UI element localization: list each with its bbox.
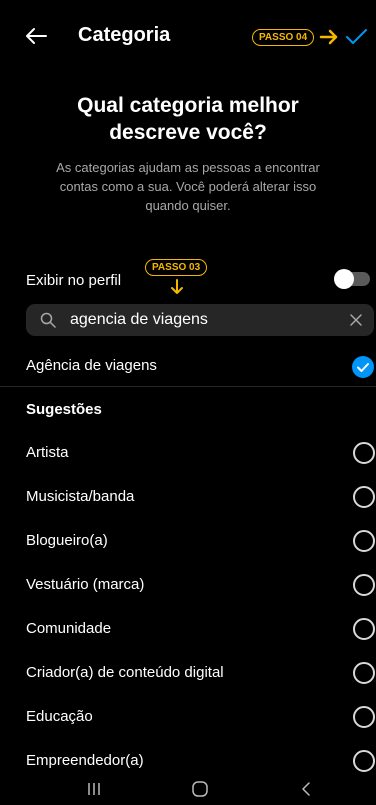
show-on-profile-label: Exibir no perfil xyxy=(26,272,122,289)
selected-category-label: Agência de viagens xyxy=(26,357,157,374)
page-title: Categoria xyxy=(78,24,171,46)
category-option-label: Criador(a) de conteúdo digital xyxy=(26,664,224,681)
system-nav-bar xyxy=(0,774,376,805)
suggestions-title: Sugestões xyxy=(26,401,102,418)
show-on-profile-toggle[interactable] xyxy=(334,269,370,289)
category-option[interactable]: Comunidade xyxy=(0,609,376,649)
radio-button[interactable] xyxy=(353,574,375,596)
check-icon[interactable] xyxy=(343,24,369,50)
home-icon[interactable] xyxy=(191,780,209,798)
search-icon xyxy=(40,312,56,328)
radio-button[interactable] xyxy=(353,530,375,552)
radio-button[interactable] xyxy=(353,486,375,508)
checkmark-circle-icon xyxy=(352,356,374,378)
recent-apps-icon[interactable] xyxy=(86,782,102,796)
radio-button[interactable] xyxy=(353,750,375,772)
toggle-knob xyxy=(334,269,354,289)
search-value: agencia de viagens xyxy=(70,311,208,328)
close-icon[interactable] xyxy=(348,312,364,328)
category-option-label: Comunidade xyxy=(26,620,112,637)
category-option-label: Blogueiro(a) xyxy=(26,532,108,549)
arrow-right-icon xyxy=(319,29,338,45)
category-option[interactable]: Vestuário (marca) xyxy=(0,565,376,605)
arrow-down-icon xyxy=(171,279,183,294)
category-option[interactable]: Educação xyxy=(0,697,376,737)
selected-category-row[interactable]: Agência de viagens xyxy=(0,346,376,387)
back-arrow-icon[interactable] xyxy=(22,22,50,50)
category-option-label: Musicista/banda xyxy=(26,488,135,505)
category-option[interactable]: Artista xyxy=(0,433,376,473)
category-option[interactable]: Blogueiro(a) xyxy=(0,521,376,561)
category-option-label: Vestuário (marca) xyxy=(26,576,145,593)
nav-back-icon[interactable] xyxy=(300,781,312,797)
category-option-label: Artista xyxy=(26,444,69,461)
radio-button[interactable] xyxy=(353,706,375,728)
top-bar: Categoria PASSO 04 xyxy=(0,0,376,76)
category-option-label: Empreendedor(a) xyxy=(26,752,144,769)
radio-button[interactable] xyxy=(353,618,375,640)
radio-button[interactable] xyxy=(353,442,375,464)
category-option[interactable]: Criador(a) de conteúdo digital xyxy=(0,653,376,693)
description: As categorias ajudam as pessoas a encont… xyxy=(56,160,320,213)
step-badge-03: PASSO 03 xyxy=(145,259,208,276)
category-option[interactable]: Musicista/banda xyxy=(0,477,376,517)
step-badge-04: PASSO 04 xyxy=(252,29,315,46)
radio-button[interactable] xyxy=(353,662,375,684)
headline: Qual categoria melhor descreve você? xyxy=(77,94,299,144)
category-option-label: Educação xyxy=(26,708,93,725)
search-input[interactable]: agencia de viagens xyxy=(26,304,374,336)
